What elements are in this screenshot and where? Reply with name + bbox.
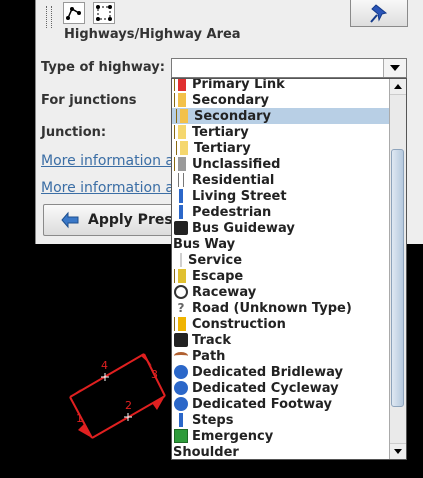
junctions-label: For junctions: [41, 93, 137, 108]
preset-heading: Highways/Highway Area: [64, 27, 241, 42]
dropdown-item[interactable]: Tertiary: [172, 140, 389, 156]
dropdown-item-label: Primary Link: [192, 79, 285, 92]
chevron-down-icon: [394, 449, 402, 454]
dropdown-item-label: Path: [192, 348, 226, 364]
secondary-link-icon: [176, 109, 190, 123]
service-road-icon: [180, 253, 184, 267]
dropdown-item-label: Tertiary: [194, 140, 251, 156]
escape-lane-icon: [174, 269, 188, 283]
area-preset-icon[interactable]: [93, 2, 115, 24]
pin-button[interactable]: [350, 0, 408, 27]
secondary-road-icon: [174, 93, 188, 107]
dropdown-item-label: Steps: [192, 412, 234, 428]
primary-link-icon: [174, 79, 188, 91]
dropdown-item-label: Road (Unknown Type): [192, 300, 352, 316]
dropdown-item[interactable]: Secondary: [172, 108, 389, 124]
residential-road-icon: [178, 173, 184, 187]
dropdown-item-label: Raceway: [192, 284, 257, 300]
node-label: 4: [101, 359, 108, 372]
dropdown-item-label: Pedestrian: [192, 204, 272, 220]
unclassified-road-icon: [174, 157, 188, 171]
pin-icon: [370, 4, 388, 23]
highway-type-dropdown[interactable]: Primary Link Secondary Secondary Tertiary Te…: [171, 78, 407, 460]
direction-arrow: [152, 396, 165, 410]
scrollbar-thumb[interactable]: [391, 149, 404, 407]
raceway-icon: [174, 285, 188, 299]
dropdown-item-label: Construction: [192, 316, 286, 332]
dropdown-item[interactable]: Pedestrian: [172, 204, 389, 220]
toolbar-grip[interactable]: [46, 6, 52, 28]
dropdown-item[interactable]: Tertiary: [172, 124, 389, 140]
dropdown-item-label: Tertiary: [192, 124, 249, 140]
dropdown-item[interactable]: Raceway: [172, 284, 389, 300]
dropdown-item[interactable]: Construction: [172, 316, 389, 332]
dropdown-item-label: Secondary: [192, 92, 270, 108]
chevron-up-icon: [394, 84, 402, 89]
dropdown-item-label: Secondary: [194, 108, 272, 124]
type-of-highway-label: Type of highway:: [41, 60, 165, 75]
living-street-icon: [174, 189, 188, 203]
way-preset-icon[interactable]: [63, 2, 85, 24]
tertiary-road-icon: [174, 125, 188, 139]
combo-dropdown-button[interactable]: [383, 59, 406, 77]
highway-type-combobox[interactable]: [171, 58, 407, 78]
dropdown-item[interactable]: Track: [172, 332, 389, 348]
tertiary-link-icon: [176, 141, 190, 155]
dropdown-item[interactable]: Primary Link: [172, 79, 389, 92]
dropdown-item[interactable]: ? Road (Unknown Type): [172, 300, 389, 316]
apply-arrow-icon: [61, 211, 79, 229]
bridleway-icon: [174, 365, 188, 379]
dropdown-item-label: Bus Way: [173, 236, 236, 252]
dropdown-item-label: Living Street: [192, 188, 287, 204]
footway-icon: [174, 397, 188, 411]
dropdown-item-label: Dedicated Cycleway: [192, 380, 339, 396]
dropdown-item[interactable]: Dedicated Bridleway: [172, 364, 389, 380]
bus-icon: [174, 221, 188, 235]
scroll-up-button[interactable]: [390, 79, 406, 95]
dropdown-item-label: Bus Guideway: [192, 220, 295, 236]
dropdown-item[interactable]: Path: [172, 348, 389, 364]
dropdown-item-label: Escape: [192, 268, 244, 284]
dropdown-item-label: Dedicated Bridleway: [192, 364, 343, 380]
dropdown-item[interactable]: Steps: [172, 412, 389, 428]
dropdown-item-label: Track: [192, 332, 231, 348]
dropdown-item-label: Service: [188, 252, 243, 268]
node-label: 1: [76, 412, 83, 425]
dropdown-item[interactable]: Dedicated Cycleway: [172, 380, 389, 396]
dropdown-item[interactable]: Bus Way: [172, 236, 389, 252]
dropdown-item[interactable]: Living Street: [172, 188, 389, 204]
unknown-road-icon: ?: [177, 301, 185, 315]
node-label: 2: [125, 399, 132, 412]
dropdown-item[interactable]: Secondary: [172, 92, 389, 108]
node-label: 3: [151, 368, 158, 381]
dropdown-item-label: Residential: [192, 172, 275, 188]
direction-arrow: [141, 354, 152, 366]
dropdown-item[interactable]: Escape: [172, 268, 389, 284]
dropdown-item-label: Unclassified: [192, 156, 281, 172]
tractor-icon: [174, 333, 188, 347]
dropdown-item[interactable]: Unclassified: [172, 156, 389, 172]
dropdown-item[interactable]: Dedicated Footway: [172, 396, 389, 412]
dropdown-item-label: Shoulder: [173, 444, 239, 460]
dropdown-item-label: Dedicated Footway: [192, 396, 332, 412]
construction-icon: [174, 317, 188, 331]
steps-icon: [174, 413, 188, 427]
dropdown-item[interactable]: Emergency: [172, 428, 389, 444]
chevron-down-icon: [390, 65, 400, 71]
pedestrian-icon: [174, 205, 188, 219]
direction-arrow: [78, 424, 92, 438]
scroll-down-button[interactable]: [390, 443, 406, 459]
dropdown-list[interactable]: Primary Link Secondary Secondary Tertiary Te…: [172, 79, 389, 459]
dropdown-item[interactable]: Residential: [172, 172, 389, 188]
dropdown-item[interactable]: Service: [172, 252, 389, 268]
emergency-icon: [174, 429, 188, 443]
dropdown-item-label: Emergency: [192, 428, 274, 444]
cycleway-icon: [174, 381, 188, 395]
scrollbar[interactable]: [389, 79, 406, 459]
path-icon: [174, 352, 188, 360]
dropdown-item[interactable]: Shoulder: [172, 444, 389, 460]
dropdown-item[interactable]: Bus Guideway: [172, 220, 389, 236]
junction-label: Junction:: [41, 125, 107, 140]
